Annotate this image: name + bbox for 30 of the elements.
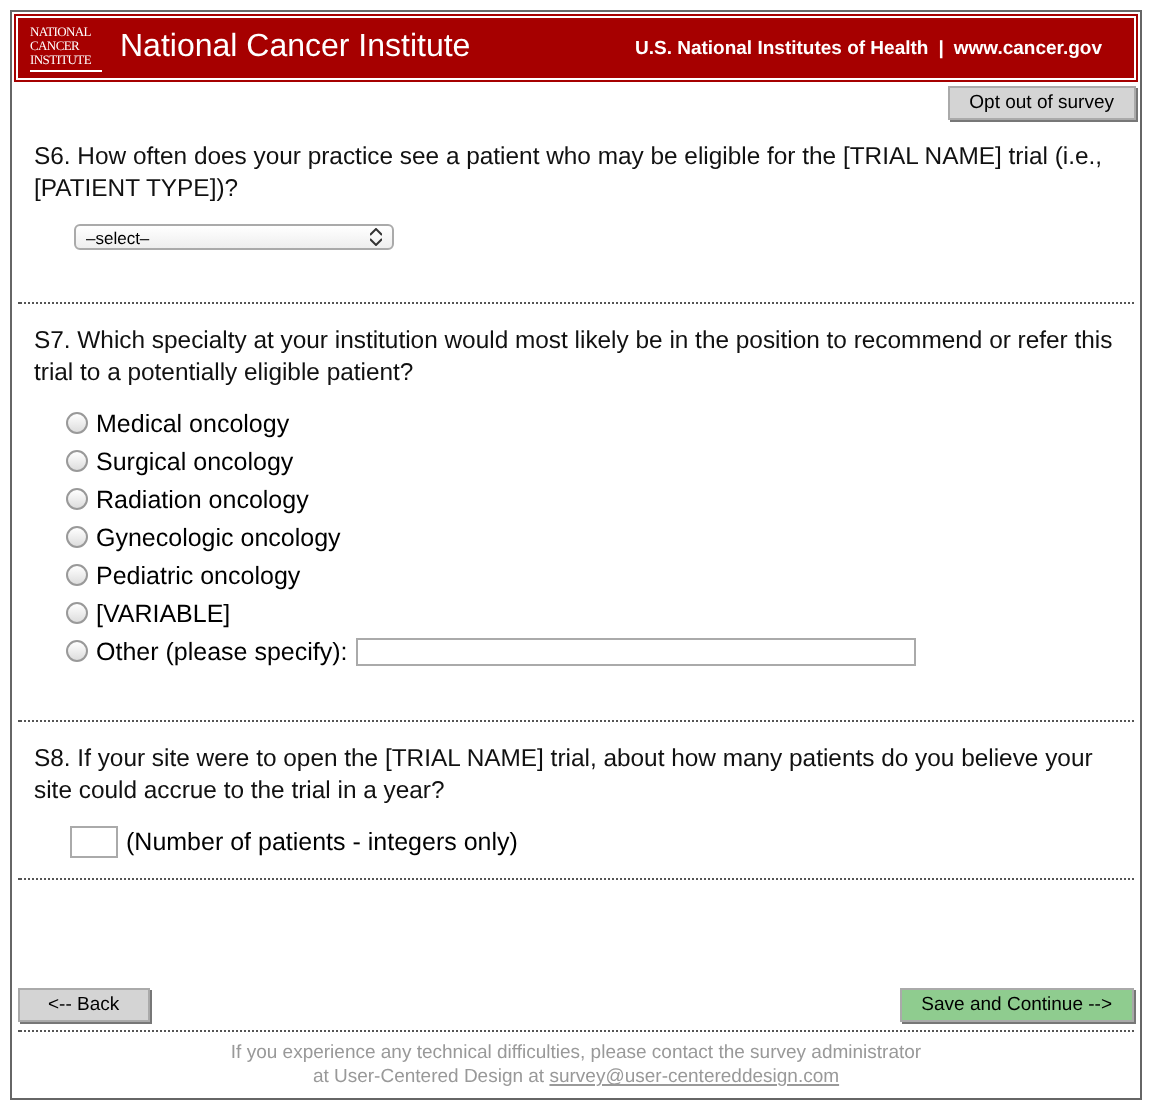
footer-text: If you experience any technical difficulties, please contact the survey administrator bbox=[230, 1042, 922, 1066]
option-label[interactable]: Other (please specify): bbox=[96, 637, 348, 665]
radio-button[interactable] bbox=[66, 450, 88, 472]
footer-text: at User-Centered Design at bbox=[312, 1066, 545, 1088]
radio-button[interactable] bbox=[66, 564, 88, 586]
save-continue-button[interactable]: Save and Continue --> bbox=[899, 988, 1134, 1022]
option-label[interactable]: [VARIABLE] bbox=[96, 599, 231, 627]
option-label[interactable]: Radiation oncology bbox=[96, 485, 309, 513]
radio-button[interactable] bbox=[66, 412, 88, 434]
question-text: S7. Which specialty at your institution would most likely be in the position to recommend or refer this trial to a potentially eligible patient? bbox=[34, 324, 1115, 388]
site-title: National Cancer Institute bbox=[120, 30, 471, 66]
field-hint: (Number of patients - integers only) bbox=[126, 828, 518, 856]
radio-button[interactable] bbox=[66, 488, 88, 510]
caret-icon bbox=[370, 228, 382, 246]
header-link[interactable]: www.cancer.gov bbox=[953, 37, 1102, 59]
radio-button[interactable] bbox=[66, 602, 88, 624]
question-text: S6. How often does your practice see a patient who may be eligible for the [TRIAL NAME] trial (i.e., [PATIENT TYPE])? bbox=[34, 140, 1105, 204]
option-label[interactable]: Pediatric oncology bbox=[96, 561, 301, 589]
option-label[interactable]: Medical oncology bbox=[96, 409, 290, 437]
radio-button[interactable] bbox=[66, 640, 88, 662]
header-link[interactable]: U.S. National Institutes of Health bbox=[634, 37, 929, 59]
back-button[interactable]: <-- Back bbox=[18, 988, 150, 1022]
radio-button[interactable] bbox=[66, 526, 88, 548]
option-label[interactable]: Gynecologic oncology bbox=[96, 523, 341, 551]
select-dropdown[interactable]: –select– bbox=[74, 224, 394, 250]
question-text: S8. If your site were to open the [TRIAL NAME] trial, about how many patients do you believe your site could accrue to the trial in a year? bbox=[34, 742, 1095, 806]
opt-out-button[interactable]: Opt out of survey bbox=[947, 86, 1136, 120]
option-label[interactable]: Surgical oncology bbox=[96, 447, 294, 475]
number-field[interactable] bbox=[70, 826, 118, 858]
specify-field[interactable] bbox=[355, 637, 916, 665]
